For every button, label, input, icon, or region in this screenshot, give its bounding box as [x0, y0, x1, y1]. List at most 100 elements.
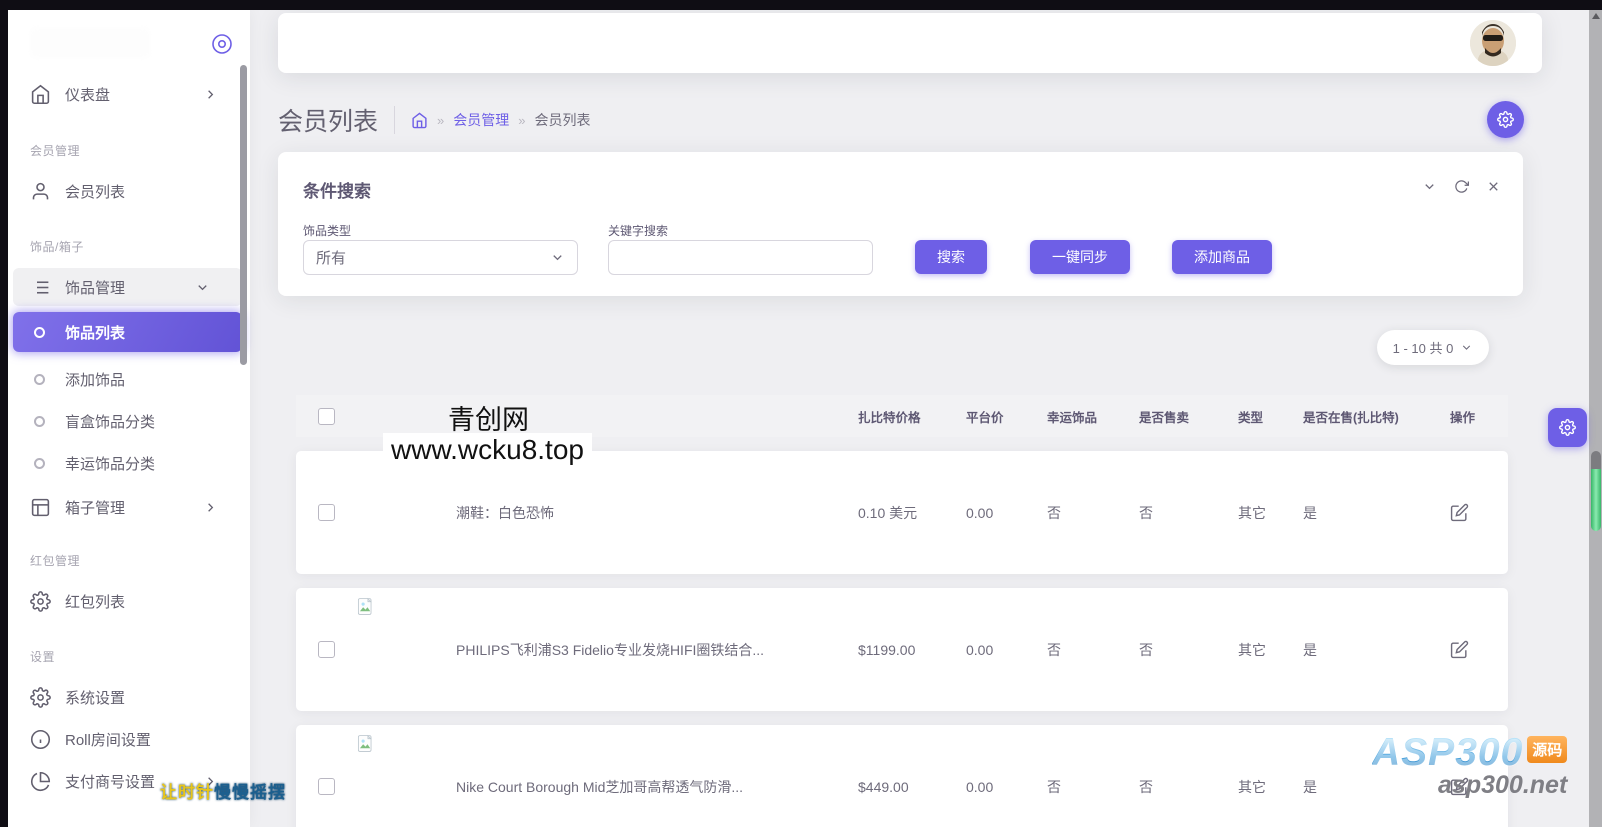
page-scrollbar[interactable]: [1589, 10, 1602, 827]
cell-platform: 0.00: [966, 778, 994, 795]
product-image-cell: [356, 451, 456, 574]
sidebar-item-label: 会员列表: [65, 183, 126, 201]
product-name: 潮鞋：白色恐怖: [456, 504, 554, 521]
breadcrumb-link-member[interactable]: 会员管理: [453, 110, 509, 130]
sidebar-item-dashboard[interactable]: 仪表盘: [8, 75, 250, 113]
chevron-right-icon: [203, 87, 218, 102]
header-sell: 是否售卖: [1139, 410, 1190, 425]
sidebar-item-system-settings[interactable]: 系统设置: [8, 678, 250, 716]
window-top-edge: [0, 0, 1602, 10]
gear-icon: [30, 591, 51, 612]
sidebar-item-label: 支付商号设置: [65, 773, 156, 791]
header-action: 操作: [1450, 410, 1476, 425]
row-checkbox[interactable]: [317, 641, 335, 658]
sidebar-item-label: 系统设置: [65, 689, 126, 707]
sidebar-item-roll-room-settings[interactable]: Roll房间设置: [8, 720, 250, 758]
sidebar-section-items: 饰品/箱子: [30, 240, 84, 254]
sidebar-item-label: Roll房间设置: [65, 731, 151, 749]
user-icon: [30, 181, 51, 202]
sidebar-item-label: 饰品列表: [65, 324, 126, 342]
chevron-right-icon: [203, 500, 218, 515]
cell-lucky: 否: [1047, 641, 1061, 658]
refresh-icon[interactable]: [1454, 179, 1469, 194]
chevron-down-icon: [195, 280, 210, 295]
watermark-brand-badge: 源码: [1527, 736, 1568, 763]
scrollbar-thumb[interactable]: [1590, 451, 1601, 531]
row-checkbox[interactable]: [317, 504, 335, 521]
watermark-asp300: ASP300 源码 asp300.net: [1372, 731, 1568, 800]
page-title: 会员列表: [278, 108, 379, 136]
theme-settings-tab[interactable]: [1548, 408, 1587, 447]
sync-button[interactable]: 一键同步: [1030, 240, 1130, 274]
cell-lucky: 否: [1047, 504, 1061, 521]
edit-icon[interactable]: [1450, 503, 1469, 522]
watermark-site-name: 青创网: [448, 405, 529, 435]
sidebar-item-item-mgmt[interactable]: 饰品管理: [13, 268, 242, 306]
add-product-button[interactable]: 添加商品: [1172, 240, 1272, 274]
sidebar-section-settings: 设置: [30, 650, 56, 664]
home-icon[interactable]: [411, 112, 428, 129]
product-name: PHILIPS飞利浦S3 Fidelio专业发烧HIFI圈铁结合...: [456, 641, 765, 658]
page-settings-button[interactable]: [1487, 101, 1524, 138]
user-avatar[interactable]: [1470, 20, 1516, 66]
cell-type: 其它: [1238, 641, 1266, 658]
search-button[interactable]: 搜索: [915, 240, 987, 274]
sidebar-item-label: 箱子管理: [65, 499, 126, 517]
keyword-input[interactable]: [608, 240, 873, 275]
sidebar-pin-icon[interactable]: [210, 32, 234, 56]
sidebar-item-label: 饰品管理: [65, 279, 126, 297]
sidebar-item-box-mgmt[interactable]: 箱子管理: [8, 488, 250, 526]
type-field-label: 饰品类型: [303, 224, 352, 238]
cell-type: 其它: [1238, 778, 1266, 795]
table-row: Nike Court Borough Mid芝加哥高帮透气防滑... $449.…: [296, 725, 1508, 827]
sidebar-item-lucky-category[interactable]: 幸运饰品分类: [8, 444, 250, 482]
window-left-edge: [0, 0, 8, 827]
scrollbar-up-arrow[interactable]: [1591, 13, 1600, 19]
cell-sell: 否: [1139, 641, 1153, 658]
edit-icon[interactable]: [1450, 640, 1469, 659]
gear-icon: [1559, 419, 1576, 436]
list-icon: [30, 277, 51, 298]
sidebar-item-item-list-active[interactable]: 饰品列表: [13, 312, 242, 352]
page-header: 会员列表 » 会员管理 » 会员列表: [278, 100, 590, 140]
breadcrumb-separator: »: [437, 112, 445, 128]
header-type: 类型: [1238, 410, 1264, 425]
bullet-circle-icon: [34, 373, 45, 385]
sidebar-item-label: 仪表盘: [65, 86, 111, 104]
sidebar-item-redpacket-list[interactable]: 红包列表: [8, 582, 250, 620]
sidebar-item-member-list[interactable]: 会员列表: [8, 172, 250, 210]
gear-icon: [30, 687, 51, 708]
sidebar-item-label: 添加饰品: [65, 371, 126, 389]
product-name: Nike Court Borough Mid芝加哥高帮透气防滑...: [456, 778, 744, 795]
card-actions: [1422, 179, 1501, 194]
broken-image-icon: [357, 597, 372, 615]
item-type-select[interactable]: 所有: [303, 240, 578, 275]
gear-icon: [1497, 111, 1514, 128]
sidebar-item-add-item[interactable]: 添加饰品: [8, 360, 250, 398]
select-all-checkbox[interactable]: [317, 407, 335, 425]
pagination-selector[interactable]: 1 - 10 共 0: [1377, 330, 1489, 365]
row-checkbox[interactable]: [317, 778, 335, 795]
cell-onsale: 是: [1303, 641, 1317, 658]
avatar-image: [1470, 20, 1516, 66]
sidebar-item-label: 红包列表: [65, 593, 126, 611]
product-image-cell: [356, 725, 456, 827]
box-grid-icon: [30, 497, 51, 518]
table-row: 潮鞋：白色恐怖 0.10 美元 0.00 否 否 其它 是: [296, 451, 1508, 574]
close-icon[interactable]: [1486, 179, 1501, 194]
keyword-field-label: 关键字搜索: [608, 224, 669, 238]
breadcrumb-separator: »: [518, 112, 526, 128]
sidebar-scrollbar-thumb[interactable]: [240, 65, 247, 365]
app-window: 仪表盘 会员管理 会员列表 饰品/箱子 饰品管理 饰品列表 添加饰品 盲盒饰品分…: [0, 0, 1602, 827]
selected-option: 所有: [316, 250, 347, 267]
collapse-icon[interactable]: [1422, 179, 1437, 194]
cell-price: $1199.00: [858, 641, 916, 658]
bullet-circle-icon: [34, 415, 45, 427]
cell-platform: 0.00: [966, 641, 994, 658]
watermark-sidebar: 让时针慢慢摇摆: [160, 783, 286, 802]
sidebar-item-blindbox-category[interactable]: 盲盒饰品分类: [8, 402, 250, 440]
bullet-circle-icon: [34, 457, 45, 469]
watermark-brand-url: asp300.net: [1438, 771, 1568, 799]
header-price: 扎比特价格: [858, 410, 921, 425]
sidebar-section-redpacket: 红包管理: [30, 554, 81, 568]
